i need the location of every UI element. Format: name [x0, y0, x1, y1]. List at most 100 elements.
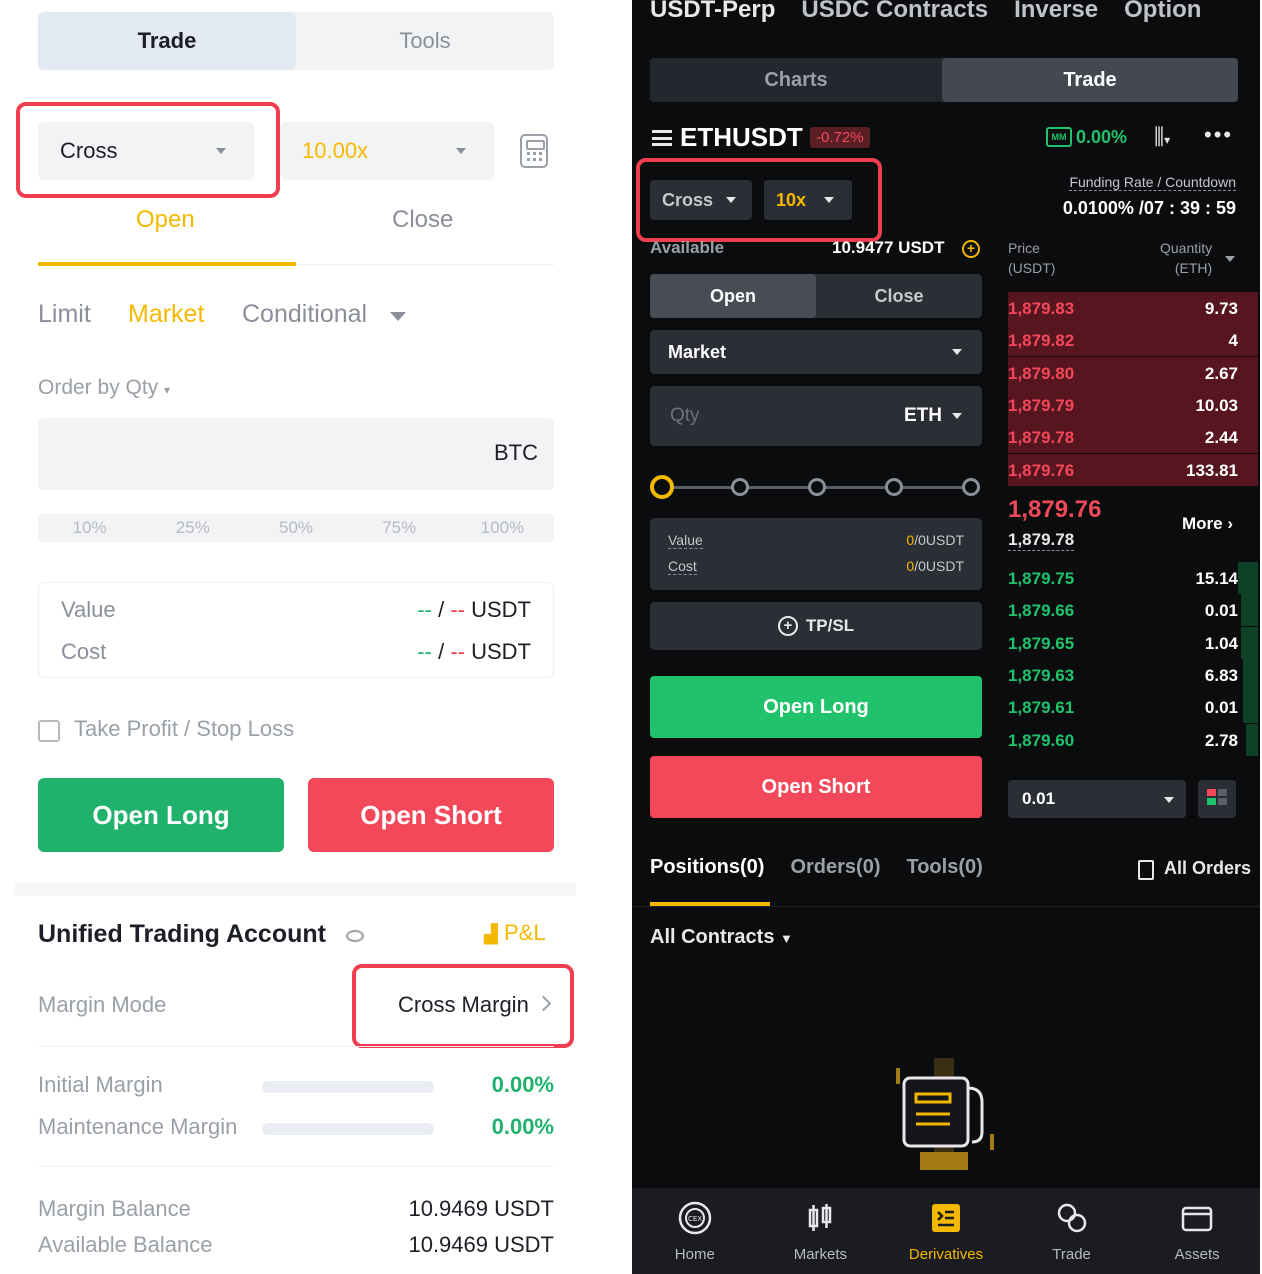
- percent-selector[interactable]: 10% 25% 50% 75% 100%: [38, 514, 554, 542]
- slider-handle[interactable]: [650, 475, 674, 499]
- bid-row[interactable]: 1,879.61 0.01: [1008, 691, 1258, 724]
- open-long-button[interactable]: Open Long: [650, 676, 982, 738]
- order-type-market[interactable]: Market: [128, 300, 204, 329]
- tpsl-button[interactable]: + TP/SL: [650, 602, 982, 650]
- order-type-conditional[interactable]: Conditional: [242, 300, 367, 329]
- tab-open[interactable]: Open: [650, 274, 816, 318]
- bid-row[interactable]: 1,879.66 0.01: [1008, 594, 1258, 627]
- tab-positions[interactable]: Positions(0): [650, 856, 764, 879]
- qty-input[interactable]: BTC: [38, 418, 554, 490]
- margin-mode-dropdown[interactable]: Cross: [38, 122, 254, 180]
- tab-open[interactable]: Open: [136, 206, 195, 234]
- percent-option[interactable]: 25%: [141, 514, 244, 542]
- ask-row[interactable]: 1,879.79 10.03: [1008, 388, 1258, 421]
- qty-unit-selector[interactable]: ETH: [904, 405, 942, 427]
- tab-trade[interactable]: Trade: [942, 58, 1238, 102]
- symbol-title[interactable]: ETHUSDT: [680, 122, 803, 153]
- value-amount: 0/0USDT: [906, 532, 964, 548]
- tpsl-label: TP/SL: [805, 616, 855, 635]
- value-cost-box: Value 0/0USDT Cost 0/0USDT: [650, 518, 982, 590]
- candlestick-icon[interactable]: ⫼▾: [1154, 124, 1170, 150]
- tab-charts[interactable]: Charts: [650, 58, 942, 102]
- price-step-dropdown[interactable]: 0.01: [1008, 780, 1186, 818]
- bid-row[interactable]: 1,879.63 6.83: [1008, 658, 1258, 691]
- bid-depth-bar: [1240, 626, 1258, 659]
- charts-trade-switch: Charts Trade: [650, 58, 1238, 102]
- nav-option[interactable]: Option: [1124, 0, 1201, 24]
- chevron-down-icon: [726, 197, 736, 203]
- percent-option[interactable]: 50%: [244, 514, 347, 542]
- nav-usdc-contracts[interactable]: USDC Contracts: [801, 0, 988, 24]
- tpsl-checkbox[interactable]: [38, 720, 60, 742]
- nav-markets[interactable]: Markets: [758, 1188, 884, 1274]
- margin-mode-dropdown[interactable]: Cross: [650, 180, 752, 220]
- qty-input[interactable]: Qty ETH: [650, 386, 982, 446]
- open-long-button[interactable]: Open Long: [38, 778, 284, 852]
- bid-price: 1,879.61: [1008, 698, 1075, 718]
- tab-tools[interactable]: Tools(0): [906, 856, 982, 879]
- ask-qty: 10.03: [1195, 395, 1238, 415]
- bid-row[interactable]: 1,879.65 1.04: [1008, 626, 1258, 659]
- tab-close[interactable]: Close: [392, 206, 453, 234]
- pnl-link[interactable]: ▟ P&L: [484, 920, 546, 946]
- more-link[interactable]: More ›: [1182, 514, 1233, 534]
- nav-inverse[interactable]: Inverse: [1014, 0, 1098, 24]
- slider-step[interactable]: [885, 478, 903, 496]
- bid-row[interactable]: 1,879.60 2.78: [1008, 723, 1258, 756]
- nav-home[interactable]: CEX Home: [632, 1188, 758, 1274]
- ask-row[interactable]: 1,879.76 133.81: [1008, 453, 1258, 486]
- ask-row[interactable]: 1,879.82 4: [1008, 324, 1258, 357]
- ask-row[interactable]: 1,879.80 2.67: [1008, 356, 1258, 389]
- tab-close[interactable]: Close: [816, 274, 982, 318]
- all-contracts-filter[interactable]: All Contracts ▼: [650, 926, 793, 949]
- order-type-dropdown[interactable]: Market: [650, 330, 982, 374]
- ask-price: 1,879.80: [1008, 363, 1075, 383]
- active-tab-underline: [38, 262, 296, 266]
- percent-option[interactable]: 10%: [38, 514, 141, 542]
- orderbook-layout-icon[interactable]: [1198, 780, 1236, 818]
- leverage-value: 10.00x: [302, 138, 369, 163]
- bid-row[interactable]: 1,879.75 15.14: [1008, 562, 1258, 594]
- tab-trade[interactable]: Trade: [38, 12, 296, 70]
- open-short-button[interactable]: Open Short: [308, 778, 554, 852]
- margin-balance-label: Margin Balance: [38, 1196, 191, 1221]
- percent-option[interactable]: 100%: [451, 514, 554, 542]
- eye-icon[interactable]: [346, 930, 364, 942]
- chevron-down-icon[interactable]: [1225, 256, 1235, 262]
- open-short-button[interactable]: Open Short: [650, 756, 982, 818]
- slider-step[interactable]: [808, 478, 826, 496]
- slider-step[interactable]: [962, 478, 980, 496]
- all-orders-link[interactable]: All Orders: [1136, 858, 1251, 879]
- menu-icon[interactable]: [652, 130, 672, 146]
- mm-icon: MM: [1046, 127, 1072, 147]
- svg-text:CEX: CEX: [688, 1215, 702, 1223]
- bid-qty: 15.14: [1195, 569, 1238, 588]
- tab-orders[interactable]: Orders(0): [790, 856, 880, 879]
- ask-price: 1,879.83: [1008, 299, 1075, 318]
- nav-usdt-perp[interactable]: USDT-Perp: [650, 0, 775, 24]
- value-cost-box: Value -- / -- USDT Cost -- / -- USDT: [38, 582, 554, 678]
- chevron-down-icon[interactable]: [390, 312, 406, 321]
- more-icon[interactable]: •••: [1204, 122, 1233, 148]
- trade-icon: [1057, 1203, 1086, 1233]
- order-type-limit[interactable]: Limit: [38, 300, 91, 329]
- order-by-qty-selector[interactable]: Order by Qty ▾: [38, 376, 170, 400]
- ask-row[interactable]: 1,879.78 2.44: [1008, 421, 1258, 454]
- bid-depth-bar: [1238, 562, 1258, 594]
- value-label: Value: [61, 597, 116, 622]
- ask-row[interactable]: 1,879.83 9.73: [1008, 292, 1258, 324]
- leverage-dropdown[interactable]: 10.00x: [280, 122, 494, 180]
- percent-option[interactable]: 75%: [348, 514, 451, 542]
- tab-tools[interactable]: Tools: [296, 12, 554, 70]
- slider-step[interactable]: [731, 478, 749, 496]
- ob-qty-header[interactable]: Quantity (ETH): [1160, 238, 1212, 278]
- nav-assets[interactable]: Assets: [1134, 1188, 1260, 1274]
- nav-derivatives[interactable]: Derivatives: [883, 1188, 1009, 1274]
- bid-price: 1,879.75: [1008, 569, 1075, 588]
- margin-mode-value[interactable]: Cross Margin: [398, 992, 529, 1018]
- nav-trade[interactable]: Trade: [1009, 1188, 1135, 1274]
- add-funds-icon[interactable]: +: [962, 240, 980, 258]
- leverage-dropdown[interactable]: 10x: [764, 180, 852, 220]
- calculator-icon[interactable]: [520, 134, 548, 168]
- bid-price: 1,879.63: [1008, 665, 1075, 685]
